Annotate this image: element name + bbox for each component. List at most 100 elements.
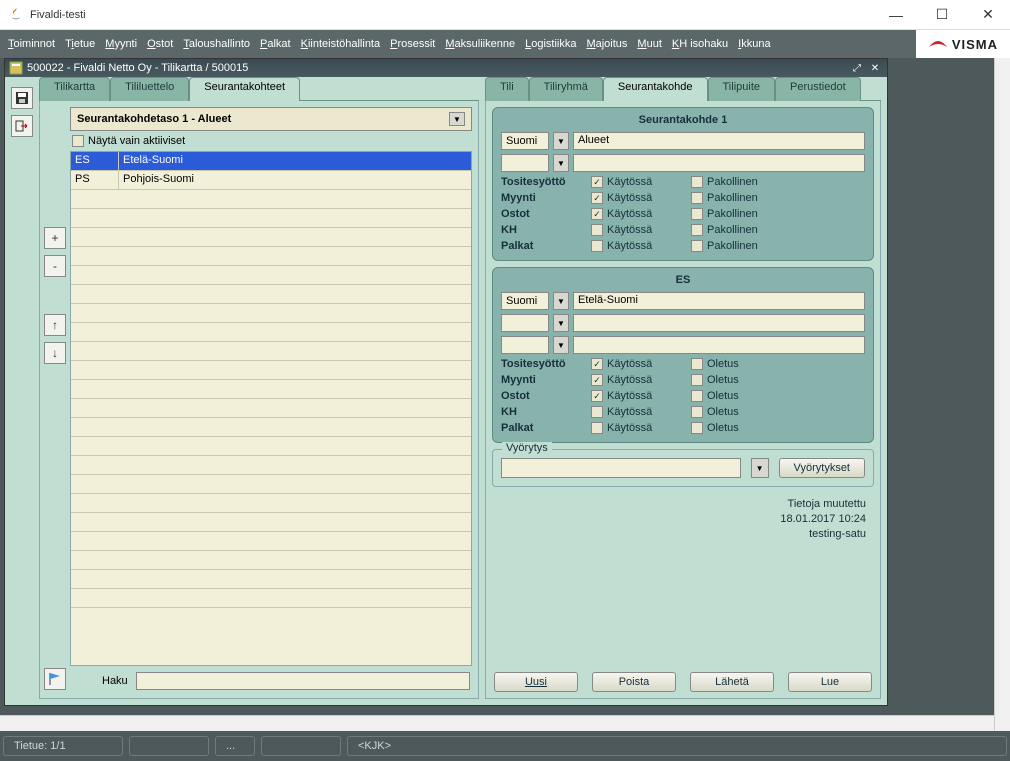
opt-kaytossa[interactable]: Käytössä <box>591 358 691 370</box>
checkbox[interactable] <box>591 192 603 204</box>
laheta-button[interactable]: Lähetä <box>690 672 774 692</box>
menu-palkat[interactable]: Palkat <box>260 38 291 50</box>
opt-kaytossa[interactable]: Käytössä <box>591 422 691 434</box>
menu-prosessit[interactable]: Prosessit <box>390 38 435 50</box>
tab-seurantakohde[interactable]: Seurantakohde <box>603 77 708 101</box>
menu-taloushallinto[interactable]: Taloushallinto <box>183 38 250 50</box>
lue-button[interactable]: Lue <box>788 672 872 692</box>
menu-maksuliikenne[interactable]: Maksuliikenne <box>445 38 515 50</box>
name2b-field[interactable] <box>573 314 865 332</box>
lang1-field[interactable]: Suomi <box>501 132 549 150</box>
poista-button[interactable]: Poista <box>592 672 676 692</box>
opt-col2[interactable]: Oletus <box>691 374 791 386</box>
opt-col2[interactable]: Oletus <box>691 390 791 402</box>
checkbox[interactable] <box>691 224 703 236</box>
menu-kh-isohaku[interactable]: KH isohaku <box>672 38 728 50</box>
vyorytys-dd-icon[interactable]: ▼ <box>751 458 769 478</box>
checkbox[interactable] <box>591 374 603 386</box>
tab-tililuettelo[interactable]: Tililuettelo <box>110 77 189 101</box>
checkbox[interactable] <box>591 224 603 236</box>
inner-restore-icon[interactable]: ⤢ <box>849 61 865 75</box>
vyorytys-input[interactable] <box>501 458 741 478</box>
lang1b-field[interactable] <box>501 154 549 172</box>
opt-kaytossa[interactable]: Käytössä <box>591 390 691 402</box>
checkbox[interactable] <box>691 390 703 402</box>
checkbox[interactable] <box>691 374 703 386</box>
checkbox[interactable] <box>591 406 603 418</box>
opt-kaytossa[interactable]: Käytössä <box>591 208 691 220</box>
name1-field[interactable]: Alueet <box>573 132 865 150</box>
opt-col2[interactable]: Pakollinen <box>691 176 791 188</box>
close-button[interactable]: ✕ <box>974 5 1002 25</box>
minimize-button[interactable]: — <box>882 5 910 25</box>
checkbox[interactable] <box>591 390 603 402</box>
menu-majoitus[interactable]: Majoitus <box>586 38 627 50</box>
save-icon[interactable] <box>11 87 33 109</box>
opt-col2[interactable]: Pakollinen <box>691 224 791 236</box>
lang2b-dd-icon[interactable]: ▼ <box>553 314 569 332</box>
flag-icon[interactable] <box>44 668 66 690</box>
menu-logistiikka[interactable]: Logistiikka <box>525 38 576 50</box>
exit-icon[interactable] <box>11 115 33 137</box>
chevron-down-icon[interactable]: ▼ <box>449 112 465 126</box>
checkbox[interactable] <box>691 422 703 434</box>
checkbox[interactable] <box>691 208 703 220</box>
name1b-field[interactable] <box>573 154 865 172</box>
opt-kaytossa[interactable]: Käytössä <box>591 406 691 418</box>
tab-tilipuite[interactable]: Tilipuite <box>708 77 776 101</box>
level-dropdown[interactable]: Seurantakohdetaso 1 - Alueet ▼ <box>70 107 472 131</box>
lang2-dd-icon[interactable]: ▼ <box>553 292 569 310</box>
opt-col2[interactable]: Pakollinen <box>691 240 791 252</box>
menu-muut[interactable]: Muut <box>637 38 661 50</box>
tab-tili[interactable]: Tili <box>485 77 529 101</box>
checkbox[interactable] <box>591 240 603 252</box>
checkbox[interactable] <box>591 358 603 370</box>
tab-tiliryhma[interactable]: Tiliryhmä <box>529 77 603 101</box>
checkbox[interactable] <box>691 192 703 204</box>
lang2b-field[interactable] <box>501 314 549 332</box>
checkbox[interactable] <box>691 176 703 188</box>
menu-kiinteisto[interactable]: Kiinteistöhallinta <box>301 38 381 50</box>
opt-kaytossa[interactable]: Käytössä <box>591 240 691 252</box>
lang1b-dd-icon[interactable]: ▼ <box>553 154 569 172</box>
checkbox[interactable] <box>691 358 703 370</box>
uusi-button[interactable]: Uusi <box>494 672 578 692</box>
plus-button[interactable]: + <box>44 227 66 249</box>
up-arrow-button[interactable]: ↑ <box>44 314 66 336</box>
opt-col2[interactable]: Pakollinen <box>691 208 791 220</box>
checkbox[interactable] <box>591 176 603 188</box>
menu-ostot[interactable]: Ostot <box>147 38 173 50</box>
table-row[interactable]: PS Pohjois-Suomi <box>71 171 471 190</box>
opt-col2[interactable]: Pakollinen <box>691 192 791 204</box>
opt-kaytossa[interactable]: Käytössä <box>591 224 691 236</box>
lang2c-dd-icon[interactable]: ▼ <box>553 336 569 354</box>
tab-tilikartta[interactable]: Tilikartta <box>39 77 110 101</box>
opt-kaytossa[interactable]: Käytössä <box>591 176 691 188</box>
table-row[interactable]: ES Etelä-Suomi <box>71 152 471 171</box>
checkbox[interactable] <box>591 422 603 434</box>
search-input[interactable] <box>136 672 470 690</box>
inner-close-icon[interactable]: ✕ <box>867 61 883 75</box>
opt-col2[interactable]: Oletus <box>691 358 791 370</box>
menu-tietue[interactable]: Tietue <box>65 38 95 50</box>
minus-button[interactable]: - <box>44 255 66 277</box>
opt-kaytossa[interactable]: Käytössä <box>591 192 691 204</box>
name2-field[interactable]: Etelä-Suomi <box>573 292 865 310</box>
checkbox[interactable] <box>691 240 703 252</box>
opt-col2[interactable]: Oletus <box>691 406 791 418</box>
lang1-dd-icon[interactable]: ▼ <box>553 132 569 150</box>
checkbox[interactable] <box>591 208 603 220</box>
scrollbar-horizontal[interactable] <box>0 715 994 731</box>
menu-ikkuna[interactable]: Ikkuna <box>738 38 770 50</box>
menu-myynti[interactable]: Myynti <box>105 38 137 50</box>
name2c-field[interactable] <box>573 336 865 354</box>
seurantakohde-grid[interactable]: ES Etelä-Suomi PS Pohjois-Suomi <box>70 151 472 666</box>
maximize-button[interactable]: ☐ <box>928 5 956 25</box>
checkbox[interactable] <box>691 406 703 418</box>
lang2c-field[interactable] <box>501 336 549 354</box>
menu-toiminnot[interactable]: Toiminnot <box>8 38 55 50</box>
scrollbar-vertical[interactable] <box>994 58 1010 731</box>
opt-col2[interactable]: Oletus <box>691 422 791 434</box>
opt-kaytossa[interactable]: Käytössä <box>591 374 691 386</box>
active-only-checkbox[interactable] <box>72 135 84 147</box>
